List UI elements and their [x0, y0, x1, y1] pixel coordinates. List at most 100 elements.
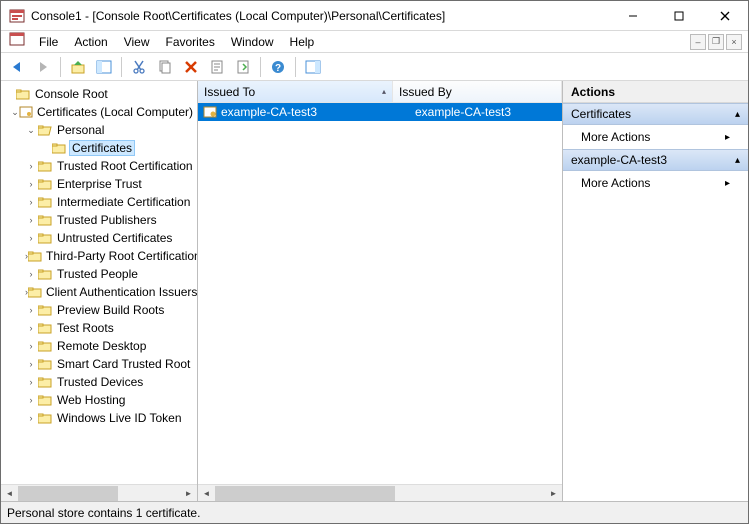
help-button[interactable]: ? — [266, 55, 290, 79]
tree-item[interactable]: ›Client Authentication Issuers — [1, 283, 197, 301]
folder-icon — [37, 357, 53, 371]
expand-icon[interactable]: › — [25, 233, 37, 243]
scroll-right-icon[interactable]: ► — [545, 486, 562, 501]
tree-label: Smart Card Trusted Root — [55, 357, 192, 371]
show-hide-tree-button[interactable] — [92, 55, 116, 79]
tree-root[interactable]: Console Root — [1, 85, 197, 103]
list-hscroll[interactable]: ◄ ► — [198, 484, 562, 501]
tree-label: Test Roots — [55, 321, 116, 335]
expand-icon[interactable]: › — [25, 377, 37, 387]
tree-item[interactable]: ›Web Hosting — [1, 391, 197, 409]
tree-item[interactable]: ›Trusted Publishers — [1, 211, 197, 229]
folder-icon — [37, 411, 53, 425]
action-label: More Actions — [581, 176, 650, 190]
maximize-button[interactable] — [656, 1, 702, 31]
actions-title: Actions — [563, 81, 748, 103]
close-button[interactable] — [702, 1, 748, 31]
list-pane: Issued To ▴ Issued By example-CA-test3 e… — [198, 81, 563, 501]
tree-pane: Console Root ⌄ Certificates (Local Compu… — [1, 81, 198, 501]
action-more-2[interactable]: More Actions ▸ — [563, 171, 748, 195]
tree-item[interactable]: ›Trusted Root Certification — [1, 157, 197, 175]
properties-button[interactable] — [205, 55, 229, 79]
expand-icon[interactable]: › — [25, 413, 37, 423]
scroll-right-icon[interactable]: ► — [180, 486, 197, 501]
tree-item[interactable]: ›Windows Live ID Token — [1, 409, 197, 427]
tree-label: Enterprise Trust — [55, 177, 144, 191]
collapse-icon[interactable]: ⌄ — [11, 107, 19, 118]
expand-icon[interactable]: › — [25, 305, 37, 315]
tree-label: Certificates (Local Computer) — [35, 105, 195, 119]
tree-personal[interactable]: ⌄ Personal — [1, 121, 197, 139]
doc-icon — [9, 31, 25, 52]
tree-item[interactable]: ›Trusted Devices — [1, 373, 197, 391]
expand-icon[interactable]: › — [25, 323, 37, 333]
scroll-thumb[interactable] — [215, 486, 395, 501]
tree-label: Third-Party Root Certification — [44, 249, 197, 263]
menu-file[interactable]: File — [31, 33, 66, 51]
tree-hscroll[interactable]: ◄ ► — [1, 484, 197, 501]
forward-button[interactable] — [31, 55, 55, 79]
folder-icon — [37, 195, 53, 209]
submenu-icon: ▸ — [725, 132, 730, 143]
collapse-icon: ▴ — [735, 109, 740, 120]
folder-icon — [37, 159, 53, 173]
scroll-left-icon[interactable]: ◄ — [198, 486, 215, 501]
tree-label: Trusted People — [55, 267, 140, 281]
folder-open-icon — [37, 123, 53, 137]
action-group-selection[interactable]: example-CA-test3 ▴ — [563, 149, 748, 171]
tree-item[interactable]: ›Intermediate Certification — [1, 193, 197, 211]
toolbar: ? — [1, 53, 748, 81]
actions-pane: Actions Certificates ▴ More Actions ▸ ex… — [563, 81, 748, 501]
list-row[interactable]: example-CA-test3 example-CA-test3 — [198, 103, 562, 121]
cut-button[interactable] — [127, 55, 151, 79]
menu-action[interactable]: Action — [66, 33, 115, 51]
folder-icon — [37, 393, 53, 407]
expand-icon[interactable]: › — [25, 269, 37, 279]
group-label: example-CA-test3 — [571, 153, 667, 167]
collapse-icon[interactable]: ⌄ — [25, 125, 37, 136]
back-button[interactable] — [5, 55, 29, 79]
tree-item[interactable]: › Remote Desktop — [1, 337, 197, 355]
export-button[interactable] — [231, 55, 255, 79]
col-issued-by[interactable]: Issued By — [393, 81, 562, 102]
tree-label: Certificates — [69, 140, 135, 156]
tree-item[interactable]: › Test Roots — [1, 319, 197, 337]
tree-item[interactable]: ›Third-Party Root Certification — [1, 247, 197, 265]
scroll-thumb[interactable] — [18, 486, 118, 501]
tree-item[interactable]: › Enterprise Trust — [1, 175, 197, 193]
delete-button[interactable] — [179, 55, 203, 79]
scroll-left-icon[interactable]: ◄ — [1, 486, 18, 501]
mdi-restore-button[interactable]: ❐ — [708, 34, 724, 50]
menu-window[interactable]: Window — [223, 33, 282, 51]
expand-icon[interactable]: › — [25, 215, 37, 225]
mdi-close-button[interactable]: × — [726, 34, 742, 50]
mdi-buttons: – ❐ × — [690, 34, 744, 50]
up-button[interactable] — [66, 55, 90, 79]
list-body[interactable]: example-CA-test3 example-CA-test3 — [198, 103, 562, 484]
col-issued-to[interactable]: Issued To ▴ — [198, 81, 393, 102]
tree-item[interactable]: › Trusted People — [1, 265, 197, 283]
minimize-button[interactable] — [610, 1, 656, 31]
expand-icon[interactable]: › — [25, 359, 37, 369]
expand-icon[interactable]: › — [25, 341, 37, 351]
expand-icon[interactable]: › — [25, 161, 37, 171]
action-more-1[interactable]: More Actions ▸ — [563, 125, 748, 149]
tree-certificates[interactable]: Certificates — [1, 139, 197, 157]
tree-item[interactable]: ›Untrusted Certificates — [1, 229, 197, 247]
folder-icon — [28, 249, 42, 263]
copy-button[interactable] — [153, 55, 177, 79]
mdi-minimize-button[interactable]: – — [690, 34, 706, 50]
tree-certs[interactable]: ⌄ Certificates (Local Computer) — [1, 103, 197, 121]
menu-help[interactable]: Help — [282, 33, 323, 51]
tree[interactable]: Console Root ⌄ Certificates (Local Compu… — [1, 81, 197, 484]
show-hide-action-button[interactable] — [301, 55, 325, 79]
tree-item[interactable]: › Smart Card Trusted Root — [1, 355, 197, 373]
expand-icon[interactable]: › — [25, 197, 37, 207]
tree-item[interactable]: ›Preview Build Roots — [1, 301, 197, 319]
expand-icon[interactable]: › — [25, 179, 37, 189]
action-group-certificates[interactable]: Certificates ▴ — [563, 103, 748, 125]
expand-icon[interactable]: › — [25, 395, 37, 405]
tree-label: Remote Desktop — [55, 339, 148, 353]
menu-view[interactable]: View — [116, 33, 158, 51]
menu-favorites[interactable]: Favorites — [158, 33, 223, 51]
